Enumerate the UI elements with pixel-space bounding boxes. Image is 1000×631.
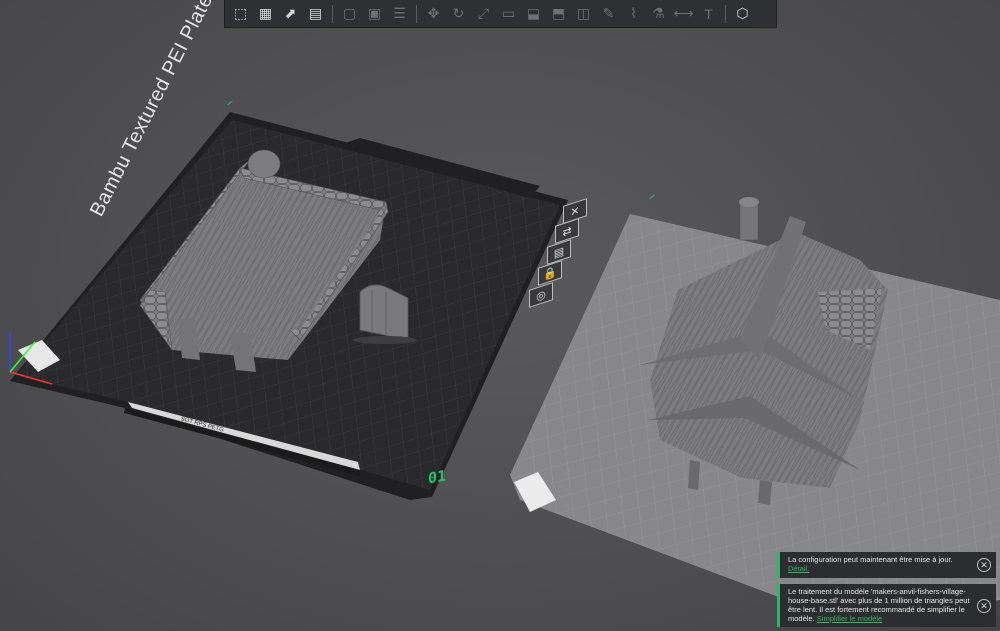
notification-config-update: La configuration peut maintenant être mi… — [777, 552, 996, 578]
plate-icon-column: ✕ ⇄ ▤ 🔒 ◎ — [519, 198, 587, 308]
toolbar-separator — [725, 4, 726, 23]
cut-icon[interactable]: ⬓ — [522, 2, 545, 25]
paste-icon[interactable]: ▣ — [363, 2, 386, 25]
rotate-icon[interactable]: ↻ — [447, 2, 470, 25]
plate-layout-icon[interactable]: ▤ — [304, 2, 327, 25]
text-icon[interactable]: T — [697, 2, 720, 25]
orient-icon[interactable]: ⬈ — [279, 2, 302, 25]
notification-detail-link[interactable]: Détail. — [788, 564, 809, 573]
plate-number-1: 01 — [428, 466, 447, 488]
top-toolbar: ⬚ ▦ ⬈ ▤ ▢ ▣ ☰ ✥ ↻ ⤢ ▭ ⬓ ⬒ ◫ ✎ ⌇ ⚗ ⟷ T ⬡ — [224, 0, 777, 28]
assembly-icon[interactable]: ⬡ — [731, 2, 754, 25]
move-icon[interactable]: ✥ — [422, 2, 445, 25]
orient-plate-icon[interactable]: ◎ — [529, 282, 553, 308]
lay-on-face-icon[interactable]: ▭ — [497, 2, 520, 25]
list-icon[interactable]: ☰ — [388, 2, 411, 25]
notification-text: La configuration peut maintenant être mi… — [788, 555, 953, 564]
color-paint-icon[interactable]: ⚗ — [647, 2, 670, 25]
add-cube-icon[interactable]: ⬚ — [229, 2, 252, 25]
toolbar-separator — [332, 4, 333, 23]
split-icon[interactable]: ⬒ — [547, 2, 570, 25]
close-icon[interactable]: ✕ — [977, 558, 991, 572]
support-paint-icon[interactable]: ✎ — [597, 2, 620, 25]
boolean-icon[interactable]: ◫ — [572, 2, 595, 25]
notification-model-simplify: Le traitement du modèle 'makers-anvil-fi… — [777, 584, 996, 627]
seam-paint-icon[interactable]: ⌇ — [622, 2, 645, 25]
toolbar-separator — [416, 4, 417, 23]
measure-icon[interactable]: ⟷ — [672, 2, 695, 25]
scale-icon[interactable]: ⤢ — [472, 2, 495, 25]
close-icon[interactable]: ✕ — [977, 598, 991, 613]
simplify-model-link[interactable]: Simplifier le modèle — [817, 614, 882, 623]
copy-icon[interactable]: ▢ — [338, 2, 361, 25]
grid-arrange-icon[interactable]: ▦ — [254, 2, 277, 25]
